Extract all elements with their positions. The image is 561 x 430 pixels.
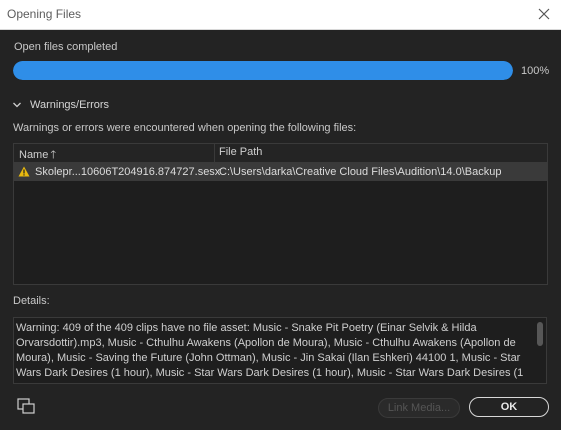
details-label: Details:: [13, 295, 50, 307]
window-icon: [17, 398, 35, 414]
close-icon: [538, 8, 550, 20]
details-box[interactable]: Warning: 409 of the 409 clips have no fi…: [13, 317, 547, 384]
column-header-file-path[interactable]: File Path: [219, 146, 262, 158]
chevron-down-icon: [13, 102, 21, 108]
column-divider[interactable]: [214, 144, 215, 162]
window-title: Opening Files: [7, 7, 82, 21]
progress-bar: [13, 61, 513, 80]
warnings-section-title: Warnings/Errors: [30, 99, 110, 111]
title-bar: Opening Files: [0, 0, 561, 30]
show-details-icon-button[interactable]: [17, 398, 35, 414]
progress-label: Open files completed: [14, 41, 118, 53]
details-text: Warning: 409 of the 409 clips have no fi…: [16, 322, 524, 379]
table-header: Name 🡑 File Path: [14, 144, 547, 163]
files-table: Name 🡑 File Path Skolepr...10606T204916.8…: [13, 143, 548, 285]
details-scrollbar[interactable]: [537, 322, 543, 346]
file-path-cell: C:\Users\darka\Creative Cloud Files\Audi…: [219, 166, 502, 178]
warning-icon: [18, 166, 30, 177]
progress-percent: 100%: [521, 65, 550, 77]
warnings-section-toggle[interactable]: Warnings/Errors: [12, 99, 109, 111]
table-row[interactable]: Skolepr...10606T204916.874727.sesx C:\Us…: [14, 163, 547, 181]
link-media-button[interactable]: Link Media...: [378, 398, 460, 418]
close-button[interactable]: [533, 4, 555, 24]
warnings-description: Warnings or errors were encountered when…: [13, 122, 357, 134]
ok-button[interactable]: OK: [469, 397, 549, 417]
file-name-cell: Skolepr...10606T204916.874727.sesx: [35, 166, 221, 178]
progress-fill: [13, 61, 513, 80]
column-name-label: Name: [19, 149, 49, 161]
